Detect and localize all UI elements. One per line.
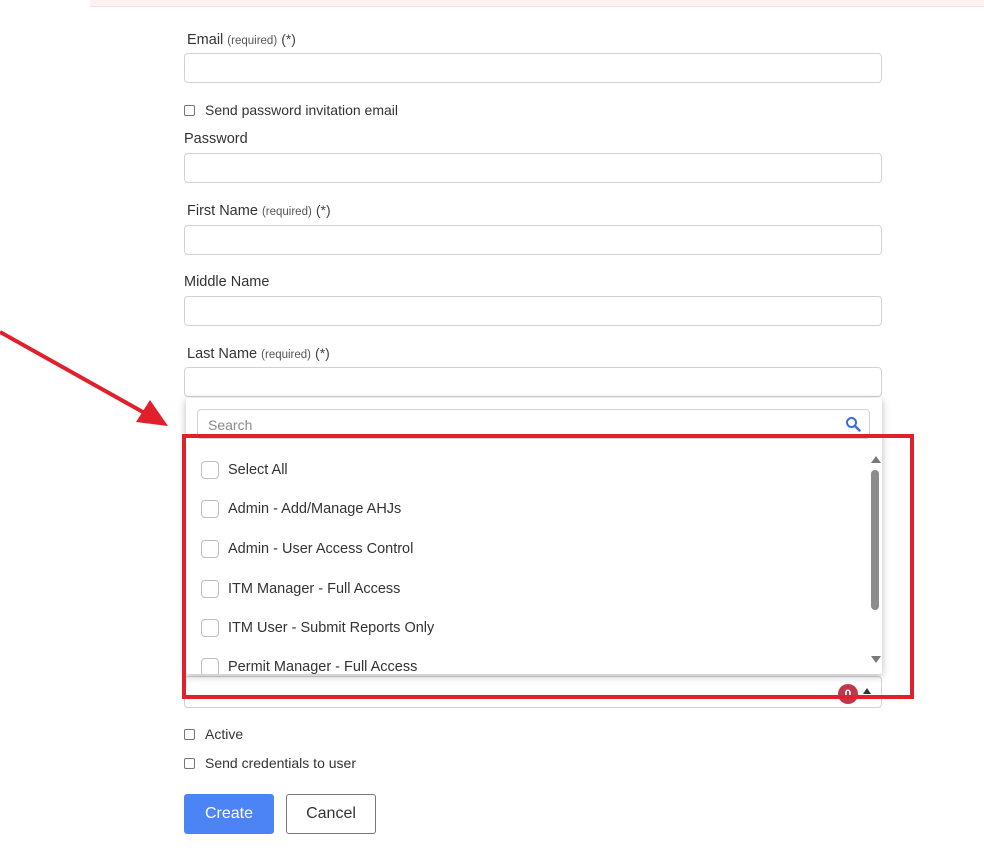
email-label: Email (required) (*)	[187, 31, 296, 48]
required-mark: (*)	[315, 202, 331, 218]
first-name-label: First Name (required) (*)	[187, 202, 331, 219]
required-mark: (*)	[281, 31, 296, 47]
password-field[interactable]	[184, 153, 882, 183]
required-hint: (required)	[261, 349, 312, 361]
send-invitation-checkbox[interactable]	[184, 104, 195, 116]
password-label-text: Password	[184, 131, 248, 147]
send-credentials-checkbox[interactable]	[184, 757, 195, 769]
required-hint: (required)	[227, 35, 278, 47]
annotation-highlight-box	[182, 434, 914, 699]
active-row[interactable]: Active	[184, 726, 243, 742]
required-hint: (required)	[261, 206, 312, 218]
first-name-field[interactable]	[184, 225, 882, 255]
active-label: Active	[205, 726, 244, 742]
top-banner	[90, 0, 984, 7]
email-field[interactable]	[184, 53, 882, 83]
create-button[interactable]: Create	[184, 794, 274, 834]
send-credentials-row[interactable]: Send credentials to user	[184, 755, 356, 771]
send-credentials-label: Send credentials to user	[205, 755, 356, 771]
middle-name-field[interactable]	[184, 296, 882, 326]
search-icon[interactable]	[845, 416, 861, 432]
required-mark: (*)	[315, 345, 330, 361]
send-invitation-row[interactable]: Send password invitation email	[184, 102, 398, 118]
email-label-text: Email	[187, 32, 224, 48]
annotation-arrow-icon	[0, 330, 168, 426]
dropdown-search-input[interactable]	[206, 414, 830, 436]
first-name-label-text: First Name	[187, 203, 258, 219]
last-name-label: Last Name (required) (*)	[187, 345, 330, 362]
password-label: Password	[184, 131, 248, 147]
send-invitation-label: Send password invitation email	[205, 102, 398, 118]
cancel-button[interactable]: Cancel	[286, 794, 376, 834]
middle-name-label-text: Middle Name	[184, 274, 270, 290]
last-name-field[interactable]	[184, 367, 882, 397]
middle-name-label: Middle Name	[184, 274, 269, 290]
active-checkbox[interactable]	[184, 728, 195, 740]
